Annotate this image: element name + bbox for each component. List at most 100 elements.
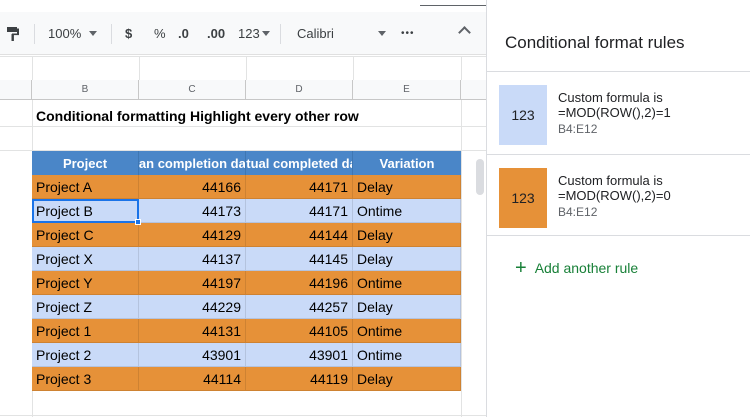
header-plan-completion-date-text: Plan completion date: [139, 155, 246, 171]
toolbar-separator: [111, 24, 112, 44]
toolbar-separator: [280, 24, 281, 44]
cell-project[interactable]: Project C: [32, 223, 139, 247]
cell-plan-date[interactable]: 44137: [139, 247, 246, 271]
toolbar: 100% $ % .0 .00 123 Calibri •••: [0, 12, 486, 55]
font-select-dropdown[interactable]: [378, 12, 386, 55]
chevron-down-icon: [378, 31, 386, 36]
rule-2-formula: =MOD(ROW(),2)=0: [558, 188, 671, 203]
cell-variation[interactable]: Ontime: [353, 199, 461, 223]
header-plan-completion-date[interactable]: Plan completion date: [139, 151, 246, 175]
format-rule-2[interactable]: 123 Custom formula is =MOD(ROW(),2)=0 B4…: [487, 155, 750, 237]
cell-project[interactable]: Project 1: [32, 319, 139, 343]
cell-variation[interactable]: Ontime: [353, 271, 461, 295]
rule-1-condition: Custom formula is =MOD(ROW(),2)=1: [558, 90, 671, 120]
format-rule-1[interactable]: 123 Custom formula is =MOD(ROW(),2)=1 B4…: [487, 72, 750, 154]
header-actual-completed-date[interactable]: Actual completed date: [246, 151, 353, 175]
cell-project[interactable]: Project A: [32, 175, 139, 199]
collapse-toolbar-icon[interactable]: [458, 26, 471, 39]
table-row: Project C 44129 44144 Delay: [32, 223, 461, 247]
rule-2-preview-swatch: 123: [499, 168, 547, 228]
cell-variation[interactable]: Ontime: [353, 343, 461, 367]
zoom-select[interactable]: 100%: [48, 12, 98, 55]
vertical-scrollbar[interactable]: [476, 159, 484, 195]
decrease-decimals-button[interactable]: .0: [178, 12, 189, 55]
currency-format-button[interactable]: $: [125, 12, 132, 55]
rule-1-condition-type: Custom formula is: [558, 90, 663, 105]
zoom-value: 100%: [48, 26, 82, 41]
divider: [487, 235, 750, 236]
cell-plan-date[interactable]: 44114: [139, 367, 246, 391]
more-formats-select[interactable]: 123: [238, 12, 270, 55]
table-row: Project B 44173 44171 Ontime: [32, 199, 461, 223]
table-row: Project 1 44131 44105 Ontime: [32, 319, 461, 343]
table-row: Project 2 43901 43901 Ontime: [32, 343, 461, 367]
panel-title: Conditional format rules: [505, 33, 685, 52]
cell-variation[interactable]: Delay: [353, 367, 461, 391]
spreadsheet-app: 100% $ % .0 .00 123 Calibri ••• B C D E …: [0, 0, 750, 417]
cell-actual-date[interactable]: 43901: [246, 343, 353, 367]
increase-decimals-button[interactable]: .00: [207, 12, 225, 55]
chevron-down-icon: [261, 31, 270, 36]
cell-project[interactable]: Project B: [32, 199, 139, 223]
cell-plan-date[interactable]: 44229: [139, 295, 246, 319]
cell-plan-date[interactable]: 43901: [139, 343, 246, 367]
more-options-icon[interactable]: •••: [401, 12, 415, 55]
cell-variation[interactable]: Ontime: [353, 319, 461, 343]
cell-project[interactable]: Project 2: [32, 343, 139, 367]
header-project[interactable]: Project: [32, 151, 139, 175]
toolbar-separator: [34, 24, 35, 44]
cell-plan-date[interactable]: 44173: [139, 199, 246, 223]
cell-variation[interactable]: Delay: [353, 295, 461, 319]
column-header-c[interactable]: C: [139, 80, 246, 100]
table-row: Project Z 44229 44257 Delay: [32, 295, 461, 319]
cell-variation[interactable]: Delay: [353, 247, 461, 271]
rule-2-condition-type: Custom formula is: [558, 173, 663, 188]
chevron-down-icon: [89, 31, 98, 36]
cell-project[interactable]: Project Z: [32, 295, 139, 319]
selection-fill-handle[interactable]: [135, 219, 141, 225]
column-header-b[interactable]: B: [32, 80, 139, 100]
cell-actual-date[interactable]: 44105: [246, 319, 353, 343]
cell-project[interactable]: Project 3: [32, 367, 139, 391]
header-variation[interactable]: Variation: [353, 151, 461, 175]
cell-actual-date[interactable]: 44144: [246, 223, 353, 247]
cell-variation[interactable]: Delay: [353, 223, 461, 247]
select-all-corner[interactable]: [0, 80, 32, 100]
paint-format-icon[interactable]: [6, 12, 20, 55]
cell-plan-date[interactable]: 44131: [139, 319, 246, 343]
sheet-grid: B C D E Conditional formatting Highlight…: [0, 56, 486, 417]
plus-icon: +: [515, 257, 527, 279]
cell-project[interactable]: Project X: [32, 247, 139, 271]
table-row: Project 3 44114 44119 Delay: [32, 367, 461, 391]
column-header-d[interactable]: D: [246, 80, 353, 100]
cell-actual-date[interactable]: 44257: [246, 295, 353, 319]
column-header-e[interactable]: E: [353, 80, 461, 100]
percent-format-button[interactable]: %: [154, 12, 166, 55]
cell-actual-date[interactable]: 44171: [246, 175, 353, 199]
rule-2-range: B4:E12: [558, 205, 598, 219]
cell-actual-date[interactable]: 44119: [246, 367, 353, 391]
sheet-title-cell[interactable]: Conditional formatting Highlight every o…: [36, 108, 359, 124]
rule-1-preview-swatch: 123: [499, 85, 547, 145]
column-header-f[interactable]: [461, 80, 486, 100]
cell-plan-date[interactable]: 44166: [139, 175, 246, 199]
font-select[interactable]: Calibri: [297, 12, 334, 55]
header-actual-completed-date-text: Actual completed date: [246, 155, 352, 171]
cell-plan-date[interactable]: 44129: [139, 223, 246, 247]
table-row: Project Y 44197 44196 Ontime: [32, 271, 461, 295]
rule-2-condition: Custom formula is =MOD(ROW(),2)=0: [558, 173, 671, 203]
add-another-rule-button[interactable]: + Add another rule: [515, 257, 639, 279]
cell-project[interactable]: Project Y: [32, 271, 139, 295]
more-formats-label: 123: [238, 26, 260, 41]
cell-variation[interactable]: Delay: [353, 175, 461, 199]
table-row: Project X 44137 44145 Delay: [32, 247, 461, 271]
table-row: Project A 44166 44171 Delay: [32, 175, 461, 199]
cell-actual-date[interactable]: 44196: [246, 271, 353, 295]
cell-actual-date[interactable]: 44145: [246, 247, 353, 271]
font-name: Calibri: [297, 26, 334, 41]
cell-actual-date[interactable]: 44171: [246, 199, 353, 223]
add-rule-label: Add another rule: [534, 260, 639, 276]
conditional-format-panel: Conditional format rules 123 Custom form…: [486, 0, 750, 417]
cell-plan-date[interactable]: 44197: [139, 271, 246, 295]
rule-1-formula: =MOD(ROW(),2)=1: [558, 105, 671, 120]
